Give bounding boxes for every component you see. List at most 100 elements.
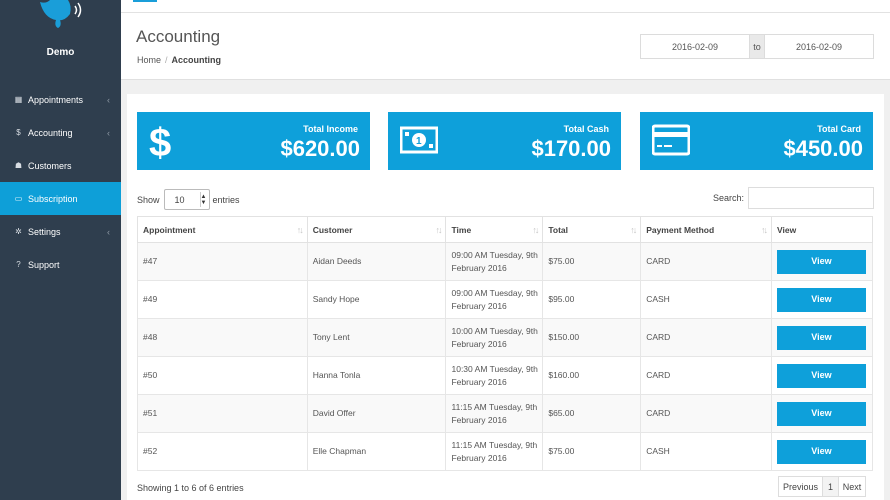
cell-appointment: #50 xyxy=(137,356,308,395)
cell-time: 10:30 AM Tuesday, 9th February 2016 xyxy=(445,356,544,395)
cell-customer: David Offer xyxy=(306,394,447,433)
date-range-to-label: to xyxy=(749,35,765,58)
table-row: #52 Elle Chapman 11:15 AM Tuesday, 9th Febr… xyxy=(137,432,874,471)
cell-total: $160.00 xyxy=(542,356,642,395)
column-header-time[interactable]: Time ↑↓ xyxy=(445,216,544,243)
cell-appointment: #52 xyxy=(137,432,308,471)
cell-view: View xyxy=(770,318,874,357)
stat-total-income: $ Total Income $620.00 xyxy=(137,112,370,170)
svg-text:1: 1 xyxy=(416,136,422,147)
accounting-table: Appointment ↑↓ Customer ↑↓ Time ↑↓ Total ↑↓ … xyxy=(137,216,874,471)
page-1-button[interactable]: 1 xyxy=(822,476,839,497)
sidebar-item-accounting[interactable]: $ Accounting ‹ xyxy=(0,116,121,149)
cell-payment-method: CASH xyxy=(640,280,772,319)
column-header-label: Appointment xyxy=(143,224,196,235)
view-button[interactable]: View xyxy=(776,439,866,464)
time-line-2: February 2016 xyxy=(451,338,507,349)
cell-payment-method: CARD xyxy=(640,394,772,433)
chevron-left-icon: ‹ xyxy=(107,226,110,237)
stat-value: $450.00 xyxy=(783,136,863,161)
sort-icon: ↑↓ xyxy=(435,225,442,235)
sidebar-item-settings[interactable]: ✲ Settings ‹ xyxy=(0,215,121,248)
cell-total: $95.00 xyxy=(542,280,642,319)
show-label: Show xyxy=(137,194,160,205)
search-label: Search: xyxy=(713,193,745,203)
cell-appointment: #47 xyxy=(137,242,308,281)
page-size-select[interactable]: 10 ▲ ▼ xyxy=(163,189,210,210)
stat-value: $170.00 xyxy=(531,136,611,161)
view-button[interactable]: View xyxy=(776,325,866,350)
users-icon: ☗ xyxy=(14,161,23,170)
time-line-1: 11:15 AM Tuesday, 9th xyxy=(451,401,538,412)
time-line-2: February 2016 xyxy=(451,300,507,311)
sidebar-item-support[interactable]: ? Support xyxy=(0,248,121,281)
view-button[interactable]: View xyxy=(776,249,866,274)
table-row: #50 Hanna Tonla 10:30 AM Tuesday, 9th Febru… xyxy=(137,356,874,395)
sidebar-item-subscription[interactable]: ▭ Subscription xyxy=(0,182,121,215)
page-title: Accounting xyxy=(136,27,221,46)
dollar-icon: $ xyxy=(149,121,171,162)
date-to-input[interactable]: 2016-02-09 xyxy=(765,35,873,58)
cell-payment-method: CARD xyxy=(640,242,772,281)
table-row: #49 Sandy Hope 09:00 AM Tuesday, 9th Februa… xyxy=(137,280,874,319)
user-name: Demo xyxy=(46,47,75,58)
cell-customer: Elle Chapman xyxy=(306,432,447,471)
sidebar-nav: ▦ Appointments ‹ $ Accounting ‹ ☗ Customers ▭ Sub… xyxy=(0,83,121,281)
column-header-label: Payment Method xyxy=(646,224,715,235)
search-input[interactable] xyxy=(748,187,875,209)
cell-time: 10:00 AM Tuesday, 9th February 2016 xyxy=(445,318,544,357)
cell-customer: Sandy Hope xyxy=(306,280,447,319)
svg-text:$: $ xyxy=(149,121,171,162)
dollar-icon: $ xyxy=(16,128,21,137)
sidebar: Demo ▦ Appointments ‹ $ Accounting ‹ ☗ Customer… xyxy=(0,0,121,500)
sort-icon: ↑↓ xyxy=(532,225,539,235)
breadcrumb: Home / Accounting xyxy=(137,55,221,65)
column-header-appointment[interactable]: Appointment ↑↓ xyxy=(137,216,308,243)
cell-time: 11:15 AM Tuesday, 9th February 2016 xyxy=(445,432,544,471)
sidebar-item-customers[interactable]: ☗ Customers xyxy=(0,149,121,182)
sidebar-brand: Demo xyxy=(0,0,121,80)
cell-total: $75.00 xyxy=(542,242,642,281)
date-range-picker: 2016-02-09 to 2016-02-09 xyxy=(640,34,874,59)
cell-payment-method: CARD xyxy=(640,318,772,357)
cell-payment-method: CARD xyxy=(640,356,772,395)
sidebar-item-label: Settings xyxy=(28,226,61,237)
cell-time: 09:00 AM Tuesday, 9th February 2016 xyxy=(445,242,544,281)
breadcrumb-home[interactable]: Home xyxy=(137,55,161,65)
stat-label: Total Income xyxy=(303,124,358,134)
column-header-payment-method[interactable]: Payment Method ↑↓ xyxy=(640,216,772,243)
view-button[interactable]: View xyxy=(776,363,866,388)
view-button[interactable]: View xyxy=(776,287,866,312)
logo-icon xyxy=(40,0,82,28)
breadcrumb-separator: / xyxy=(165,55,168,65)
time-line-1: 10:00 AM Tuesday, 9th xyxy=(451,325,538,336)
column-header-customer[interactable]: Customer ↑↓ xyxy=(306,216,447,243)
cell-appointment: #48 xyxy=(137,318,308,357)
entries-label: entries xyxy=(212,194,240,205)
question-icon: ? xyxy=(16,260,21,269)
cell-total: $65.00 xyxy=(542,394,642,433)
sidebar-item-appointments[interactable]: ▦ Appointments ‹ xyxy=(0,83,121,116)
column-header-label: View xyxy=(776,224,797,235)
previous-page-button[interactable]: Previous xyxy=(778,476,823,497)
sidebar-item-label: Appointments xyxy=(28,94,84,105)
cell-customer: Hanna Tonla xyxy=(306,356,447,395)
table-info: Showing 1 to 6 of 6 entries xyxy=(137,483,244,493)
time-line-1: 11:15 AM Tuesday, 9th xyxy=(451,439,538,450)
table-header-row: Appointment ↑↓ Customer ↑↓ Time ↑↓ Total ↑↓ … xyxy=(137,216,874,243)
cell-view: View xyxy=(770,280,874,319)
sidebar-item-label: Subscription xyxy=(28,193,78,204)
cell-view: View xyxy=(770,394,874,433)
cell-view: View xyxy=(770,432,874,471)
time-line-2: February 2016 xyxy=(451,452,507,463)
column-header-label: Customer xyxy=(312,224,353,235)
column-header-total[interactable]: Total ↑↓ xyxy=(542,216,642,243)
sort-icon: ↑↓ xyxy=(760,225,768,235)
next-page-button[interactable]: Next xyxy=(838,476,866,497)
column-header-label: Total xyxy=(548,224,569,235)
cell-time: 09:00 AM Tuesday, 9th February 2016 xyxy=(445,280,544,319)
breadcrumb-current: Accounting xyxy=(171,55,222,65)
date-from-input[interactable]: 2016-02-09 xyxy=(641,35,749,58)
cell-view: View xyxy=(770,356,874,395)
view-button[interactable]: View xyxy=(776,401,866,426)
